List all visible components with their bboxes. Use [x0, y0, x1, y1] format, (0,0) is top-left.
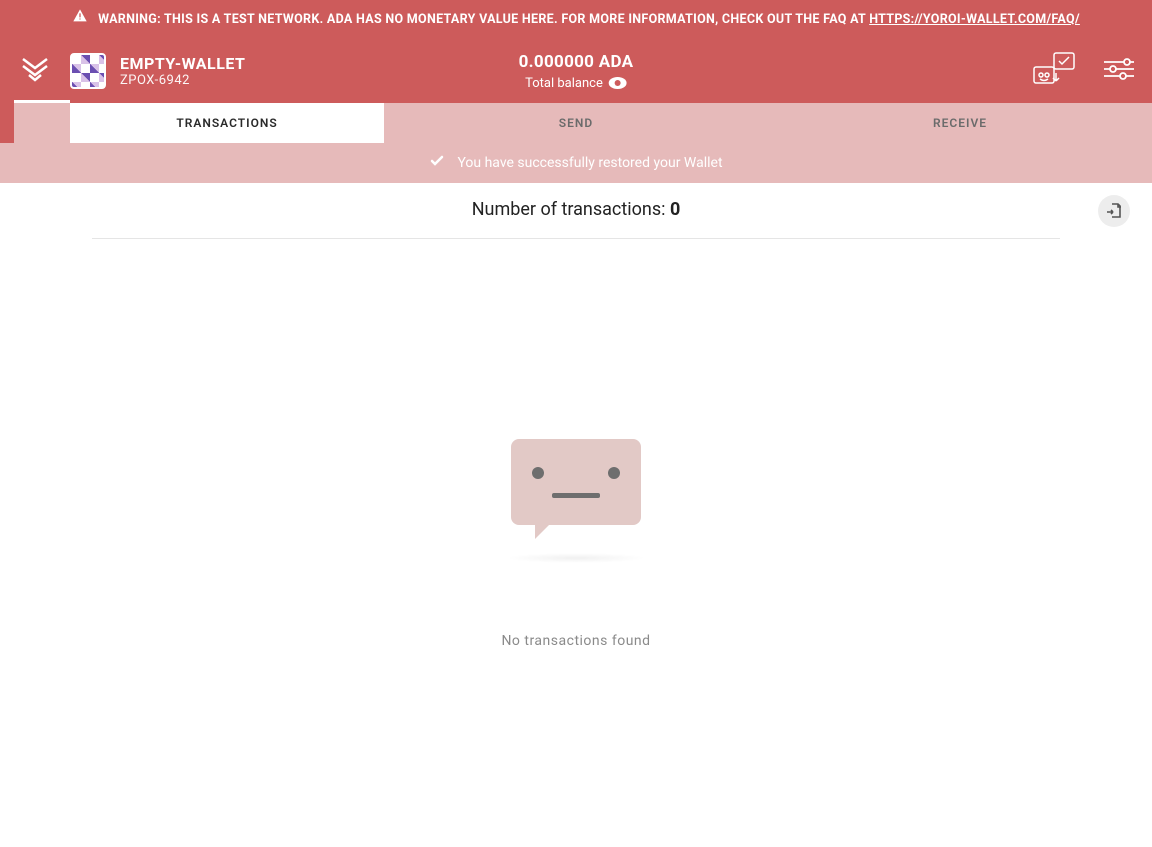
empty-face-eye — [608, 467, 620, 479]
balance-label-row: Total balance — [525, 76, 627, 91]
check-icon — [429, 153, 445, 173]
empty-state-illustration — [511, 439, 641, 525]
warning-icon — [72, 8, 88, 31]
transaction-count-value: 0 — [670, 199, 680, 220]
tab-receive[interactable]: RECEIVE — [768, 103, 1152, 143]
transaction-count-label: Number of transactions: — [472, 199, 670, 220]
tab-transactions[interactable]: TRANSACTIONS — [70, 103, 384, 143]
sidebar-spacer — [0, 103, 14, 143]
wallet-plate-code: ZPOX-6942 — [120, 73, 245, 88]
wallet-avatar — [70, 53, 106, 89]
wallet-name: EMPTY-WALLET — [120, 54, 245, 73]
wallet-info: EMPTY-WALLET ZPOX-6942 — [120, 54, 245, 88]
brand-menu-button[interactable] — [0, 39, 70, 103]
settings-button[interactable] — [1104, 58, 1134, 84]
tab-send[interactable]: SEND — [384, 103, 768, 143]
empty-state: No transactions found — [0, 439, 1152, 649]
export-file-icon — [1106, 203, 1122, 219]
balance-block: 0.000000 ADA Total balance — [519, 52, 634, 91]
faq-link[interactable]: HTTPS://YOROI-WALLET.COM/FAQ/ — [869, 12, 1080, 27]
wallet-tabs: TRANSACTIONS SEND RECEIVE — [0, 103, 1152, 143]
warning-prefix: WARNING: THIS IS A TEST NETWORK. ADA HAS… — [98, 12, 869, 27]
testnet-warning-banner: WARNING: THIS IS A TEST NETWORK. ADA HAS… — [0, 0, 1152, 39]
toggle-balance-visibility-button[interactable] — [609, 77, 627, 89]
sidebar-active-indicator — [14, 103, 70, 143]
testnet-warning-text: WARNING: THIS IS A TEST NETWORK. ADA HAS… — [98, 10, 1080, 30]
yoroi-logo-icon — [21, 56, 49, 86]
wallet-selector[interactable]: EMPTY-WALLET ZPOX-6942 — [70, 53, 245, 89]
app-header: EMPTY-WALLET ZPOX-6942 0.000000 ADA Tota… — [0, 39, 1152, 103]
empty-state-text: No transactions found — [501, 633, 650, 649]
success-message: You have successfully restored your Wall… — [457, 155, 722, 171]
transaction-count-row: Number of transactions: 0 — [92, 199, 1060, 239]
balance-label: Total balance — [525, 76, 603, 91]
balance-amount: 0.000000 ADA — [519, 52, 634, 72]
success-banner: You have successfully restored your Wall… — [0, 143, 1152, 183]
transactions-panel: Number of transactions: 0 No transaction… — [0, 183, 1152, 649]
buy-sell-button[interactable] — [1032, 51, 1076, 91]
export-transactions-button[interactable] — [1098, 195, 1130, 227]
empty-face-eye — [532, 467, 544, 479]
empty-face-mouth — [552, 493, 600, 498]
empty-state-shadow — [506, 553, 646, 563]
